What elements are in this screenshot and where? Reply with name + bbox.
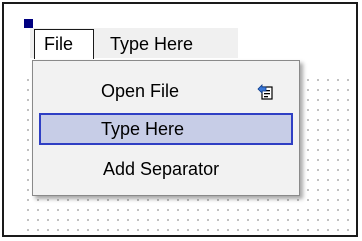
menu-item-open-file[interactable]: Open File [39,75,293,107]
menu-file-label: File [44,34,74,54]
menu-item-add-separator[interactable]: Add Separator [39,153,293,185]
menu-type-here-label: Type Here [110,34,194,54]
selection-handle[interactable] [24,19,33,28]
menu-type-here[interactable]: Type Here [110,28,193,58]
file-dropdown-menu: Open File Type Here Add Separator [32,60,300,196]
open-file-icon [257,84,273,100]
menu-item-open-file-label: Open File [101,81,180,101]
menu-item-type-here-label: Type Here [101,119,185,139]
menu-item-add-separator-label: Add Separator [103,159,220,179]
menu-file[interactable]: File [34,29,94,59]
menu-bar: File Type Here [30,28,238,59]
menu-item-type-here[interactable]: Type Here [39,113,293,145]
